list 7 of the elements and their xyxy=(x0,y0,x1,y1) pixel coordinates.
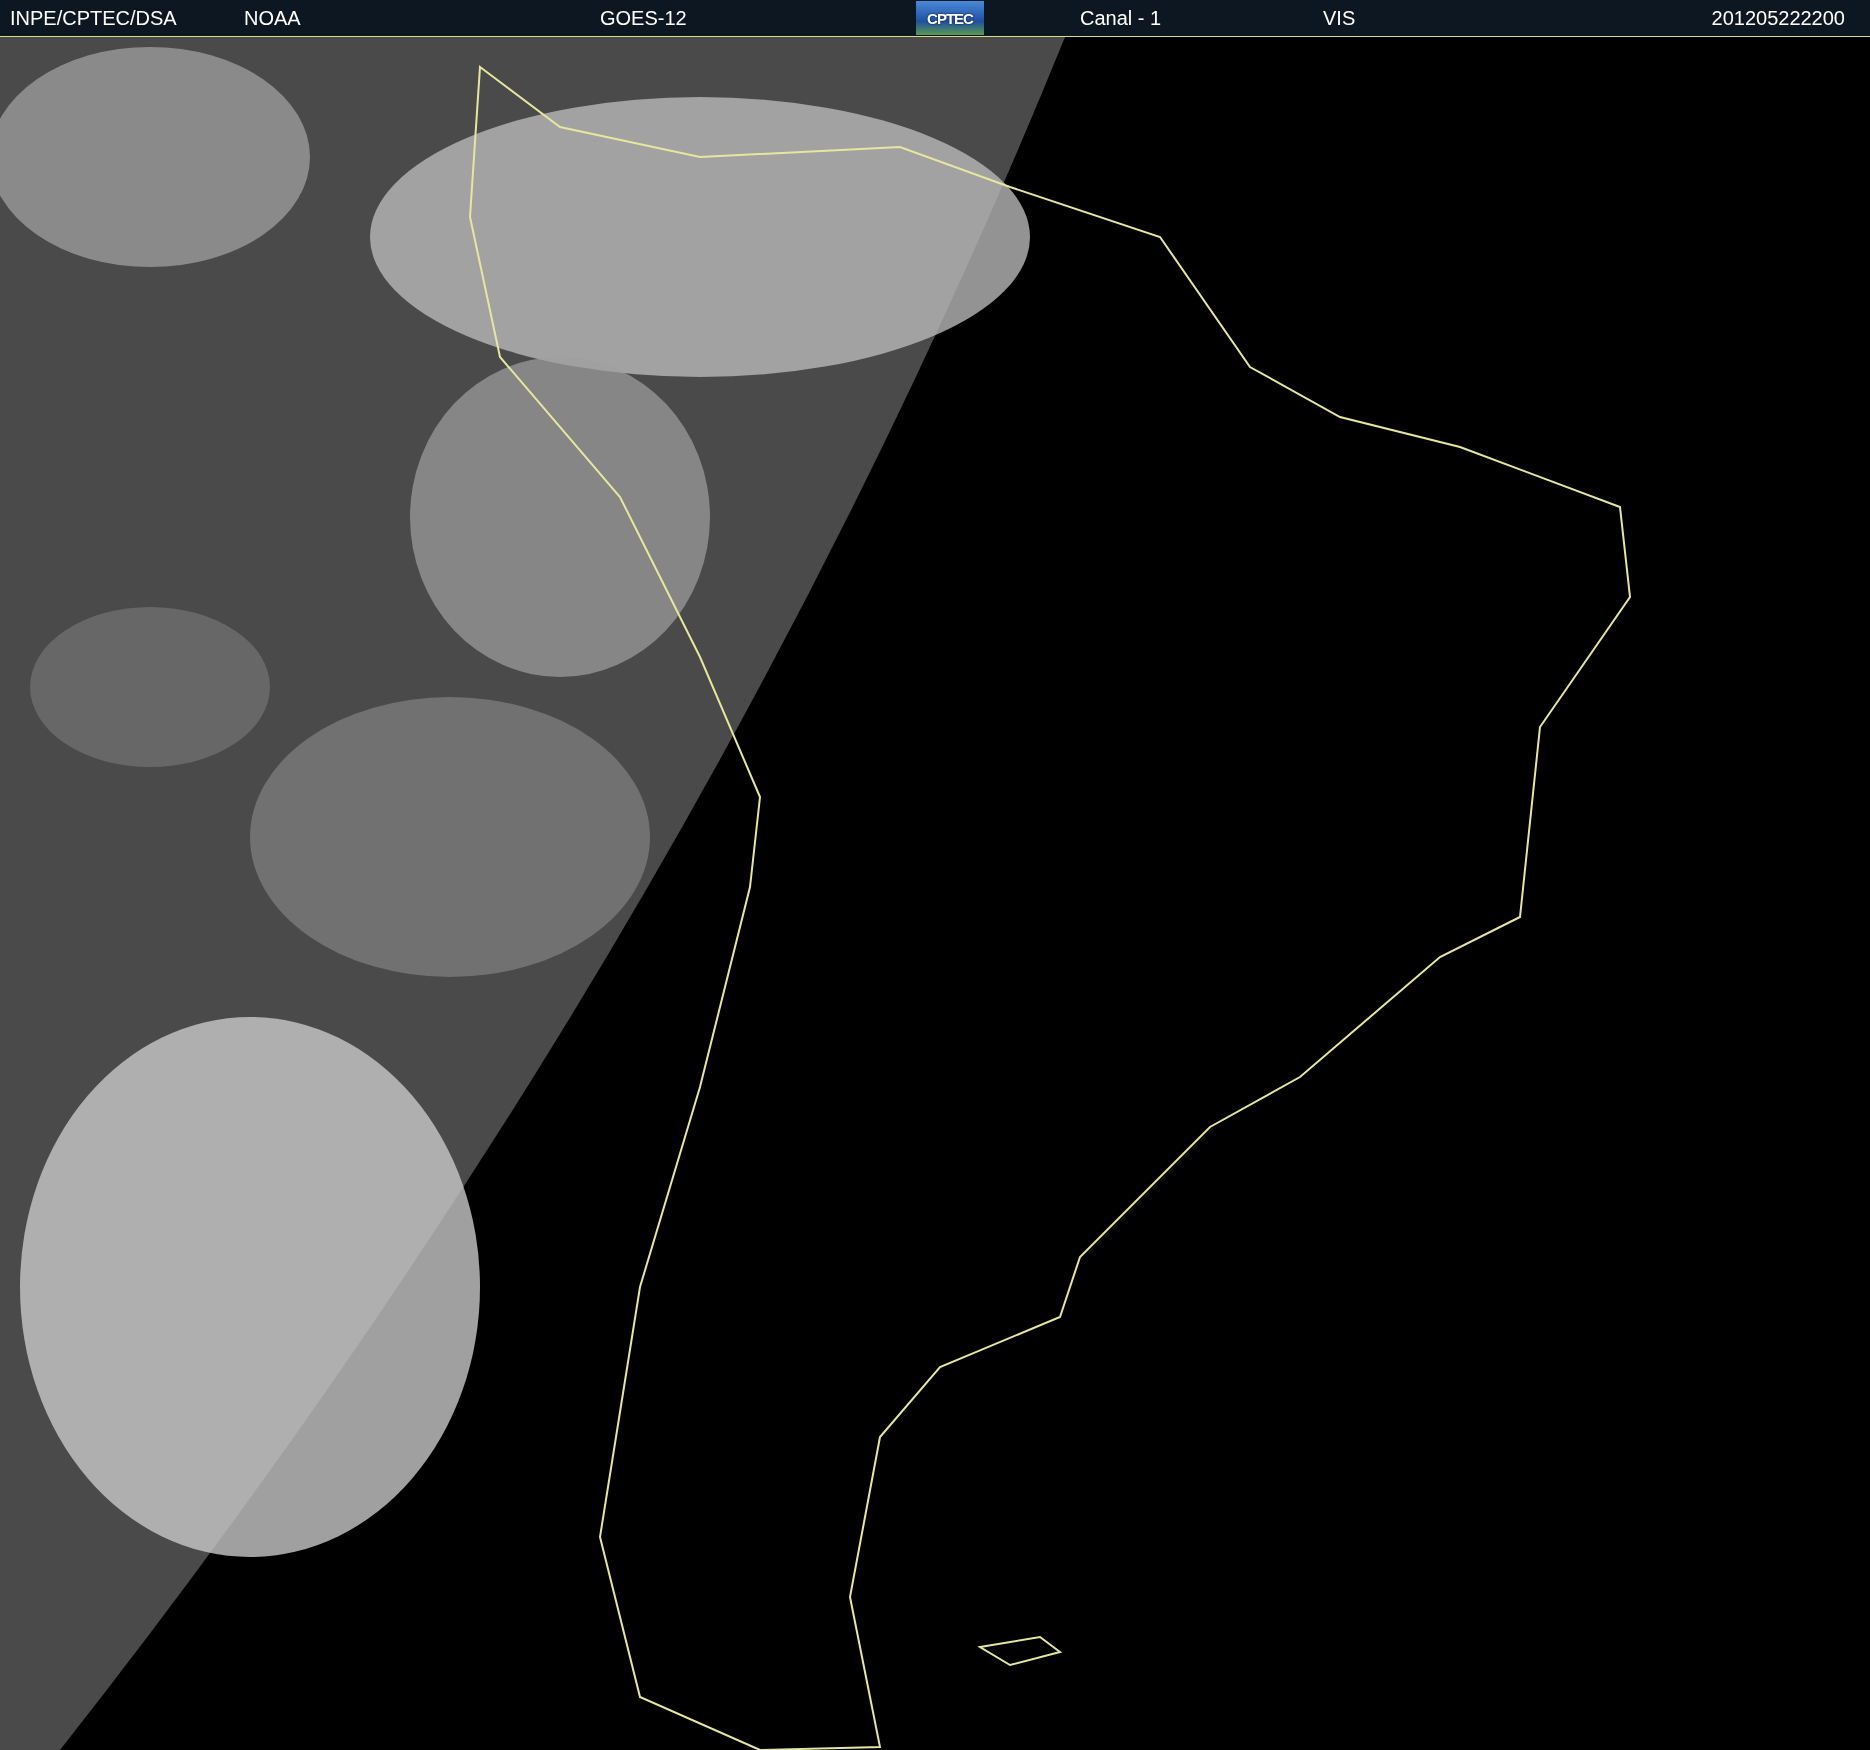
header-label: NOAA xyxy=(244,6,301,30)
header-label: Canal - 1 xyxy=(1080,6,1162,30)
header-label: INPE/CPTEC/DSA xyxy=(10,6,177,30)
header-label: 201205222200 xyxy=(1711,6,1845,30)
logo: CPTEC xyxy=(916,1,984,35)
header-label: GOES-12 xyxy=(600,6,687,30)
header-label: VIS xyxy=(1323,6,1356,30)
